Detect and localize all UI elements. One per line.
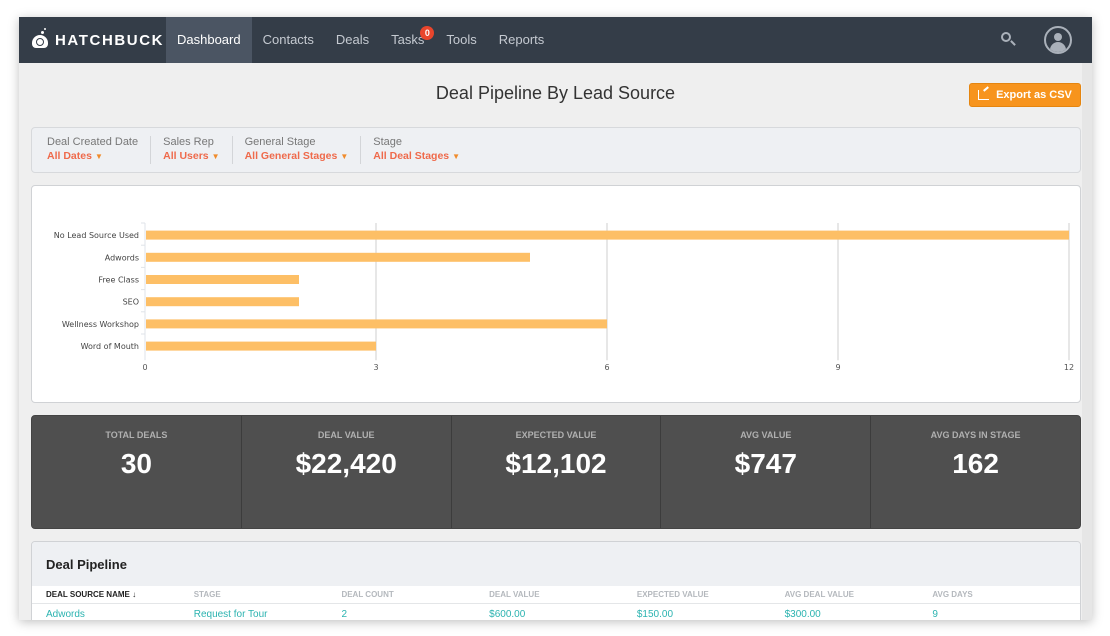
filter-general-stage[interactable]: General Stage All General Stages ▼ (245, 136, 362, 164)
table-title: Deal Pipeline (32, 542, 1080, 586)
bar (146, 252, 530, 262)
nav-tools[interactable]: Tools (435, 17, 487, 63)
nav-reports[interactable]: Reports (488, 17, 556, 63)
y-tick-label: SEO (123, 298, 139, 307)
filter-value[interactable]: All General Stages ▼ (245, 150, 349, 162)
nav-tasks[interactable]: Tasks 0 (380, 17, 435, 63)
brand-name: HATCHBUCK (55, 31, 165, 49)
app-window: HATCHBUCK Dashboard Contacts Deals Tasks… (19, 17, 1092, 620)
stat-deal-value: DEAL VALUE $22,420 (242, 416, 452, 528)
caret-down-icon: ▼ (211, 152, 220, 161)
cell-expected-value: $150.00 (636, 608, 674, 620)
filter-label: Sales Rep (163, 136, 214, 148)
export-csv-button[interactable]: Export as CSV (969, 83, 1081, 107)
top-nav: HATCHBUCK Dashboard Contacts Deals Tasks… (19, 17, 1092, 63)
bar (146, 275, 299, 284)
col-deal-value[interactable]: DEAL VALUE (489, 590, 637, 599)
caret-down-icon: ▼ (94, 152, 103, 161)
nav-deals[interactable]: Deals (325, 17, 380, 63)
col-avg-deal-value[interactable]: AVG DEAL VALUE (785, 590, 933, 599)
filter-value-text: All Deal Stages (373, 150, 450, 162)
col-deal-source-name[interactable]: DEAL SOURCE NAME ↓ (46, 590, 194, 599)
x-tick-label: 9 (835, 363, 840, 372)
caret-down-icon: ▼ (340, 152, 349, 161)
filter-value-text: All General Stages (244, 150, 338, 162)
search-icon[interactable] (1000, 31, 1018, 49)
export-label: Export as CSV (996, 89, 1072, 101)
stat-value: $747 (734, 448, 797, 479)
x-tick-label: 0 (142, 363, 147, 372)
x-tick-label: 6 (604, 363, 609, 372)
filter-label: General Stage (244, 136, 316, 148)
stat-avg-days-in-stage: AVG DAYS IN STAGE 162 (871, 416, 1080, 528)
x-tick-label: 3 (373, 363, 378, 372)
lead-source-chart: 0 3 6 9 12 No Lead Source Used Adwords Free Cla… (31, 185, 1081, 403)
bar (146, 230, 1069, 240)
stat-avg-value: AVG VALUE $747 (661, 416, 872, 528)
table-row: Adwords Request for Tour 2 $600.00 $150.… (32, 604, 1080, 620)
filter-stage[interactable]: Stage All Deal Stages ▼ (373, 136, 472, 164)
filter-value[interactable]: All Deal Stages ▼ (373, 150, 460, 162)
stats-panel: TOTAL DEALS 30 DEAL VALUE $22,420 EXPECT… (31, 415, 1081, 529)
filter-value[interactable]: All Dates ▼ (47, 150, 138, 162)
filter-value-text: All Dates (47, 150, 92, 162)
nav-tasks-label: Tasks (391, 32, 425, 47)
tasks-count-badge: 0 (420, 26, 435, 40)
bar (146, 341, 376, 351)
filter-value[interactable]: All Users ▼ (163, 150, 219, 162)
col-expected-value[interactable]: EXPECTED VALUE (637, 590, 785, 599)
stat-value: 162 (952, 448, 999, 479)
y-tick-label: Word of Mouth (81, 342, 139, 351)
stat-value: $22,420 (295, 448, 397, 479)
caret-down-icon: ▼ (452, 152, 461, 161)
filter-label: Stage (373, 136, 403, 148)
page-title: Deal Pipeline By Lead Source (435, 83, 676, 103)
cell-deal-value: $600.00 (489, 608, 526, 620)
nav-contacts[interactable]: Contacts (252, 17, 325, 63)
filter-label: Deal Created Date (47, 136, 139, 148)
logo[interactable]: HATCHBUCK (19, 17, 166, 63)
table-header-row: DEAL SOURCE NAME ↓ STAGE DEAL COUNT DEAL… (32, 586, 1080, 604)
col-stage[interactable]: STAGE (194, 590, 342, 599)
stat-value: 30 (120, 448, 152, 479)
cell-source[interactable]: Adwords (46, 609, 194, 620)
scrollbar[interactable] (1082, 63, 1092, 620)
stat-label: TOTAL DEALS (105, 430, 168, 440)
col-deal-count[interactable]: DEAL COUNT (341, 590, 489, 599)
y-tick-label: Free Class (98, 276, 139, 285)
stat-label: AVG VALUE (740, 430, 792, 440)
stat-label: DEAL VALUE (317, 430, 375, 440)
nav-dashboard[interactable]: Dashboard (166, 17, 252, 63)
user-avatar-icon[interactable] (1044, 26, 1072, 54)
diving-helmet-icon (31, 28, 49, 51)
stat-label: EXPECTED VALUE (515, 430, 597, 440)
stat-value: $12,102 (505, 448, 607, 479)
cell-count: 2 (341, 608, 347, 620)
cell-avg-deal-value: $300.00 (784, 608, 821, 620)
stat-total-deals: TOTAL DEALS 30 (32, 416, 242, 528)
y-tick-label: Adwords (105, 253, 139, 262)
y-tick-label: No Lead Source Used (54, 231, 139, 240)
filter-bar: Deal Created Date All Dates ▼ Sales Rep A… (31, 127, 1081, 173)
deal-pipeline-table: Deal Pipeline DEAL SOURCE NAME ↓ STAGE D… (31, 541, 1081, 620)
x-tick-label: 12 (1064, 363, 1074, 372)
filter-value-text: All Users (163, 150, 209, 162)
stat-expected-value: EXPECTED VALUE $12,102 (452, 416, 662, 528)
export-icon (978, 90, 990, 100)
cell-stage[interactable]: Request for Tour (194, 609, 342, 620)
filter-deal-created-date[interactable]: Deal Created Date All Dates ▼ (47, 136, 152, 164)
stat-label: AVG DAYS IN STAGE (930, 430, 1021, 440)
y-tick-label: Wellness Workshop (62, 320, 139, 329)
bar (146, 297, 299, 307)
bar (146, 319, 607, 329)
cell-avg-days: 9 (932, 608, 938, 620)
filter-sales-rep[interactable]: Sales Rep All Users ▼ (163, 136, 233, 164)
col-avg-days[interactable]: AVG DAYS (932, 590, 1080, 599)
bar-chart-svg: 0 3 6 9 12 No Lead Source Used Adwords Free Cla… (54, 222, 1074, 372)
